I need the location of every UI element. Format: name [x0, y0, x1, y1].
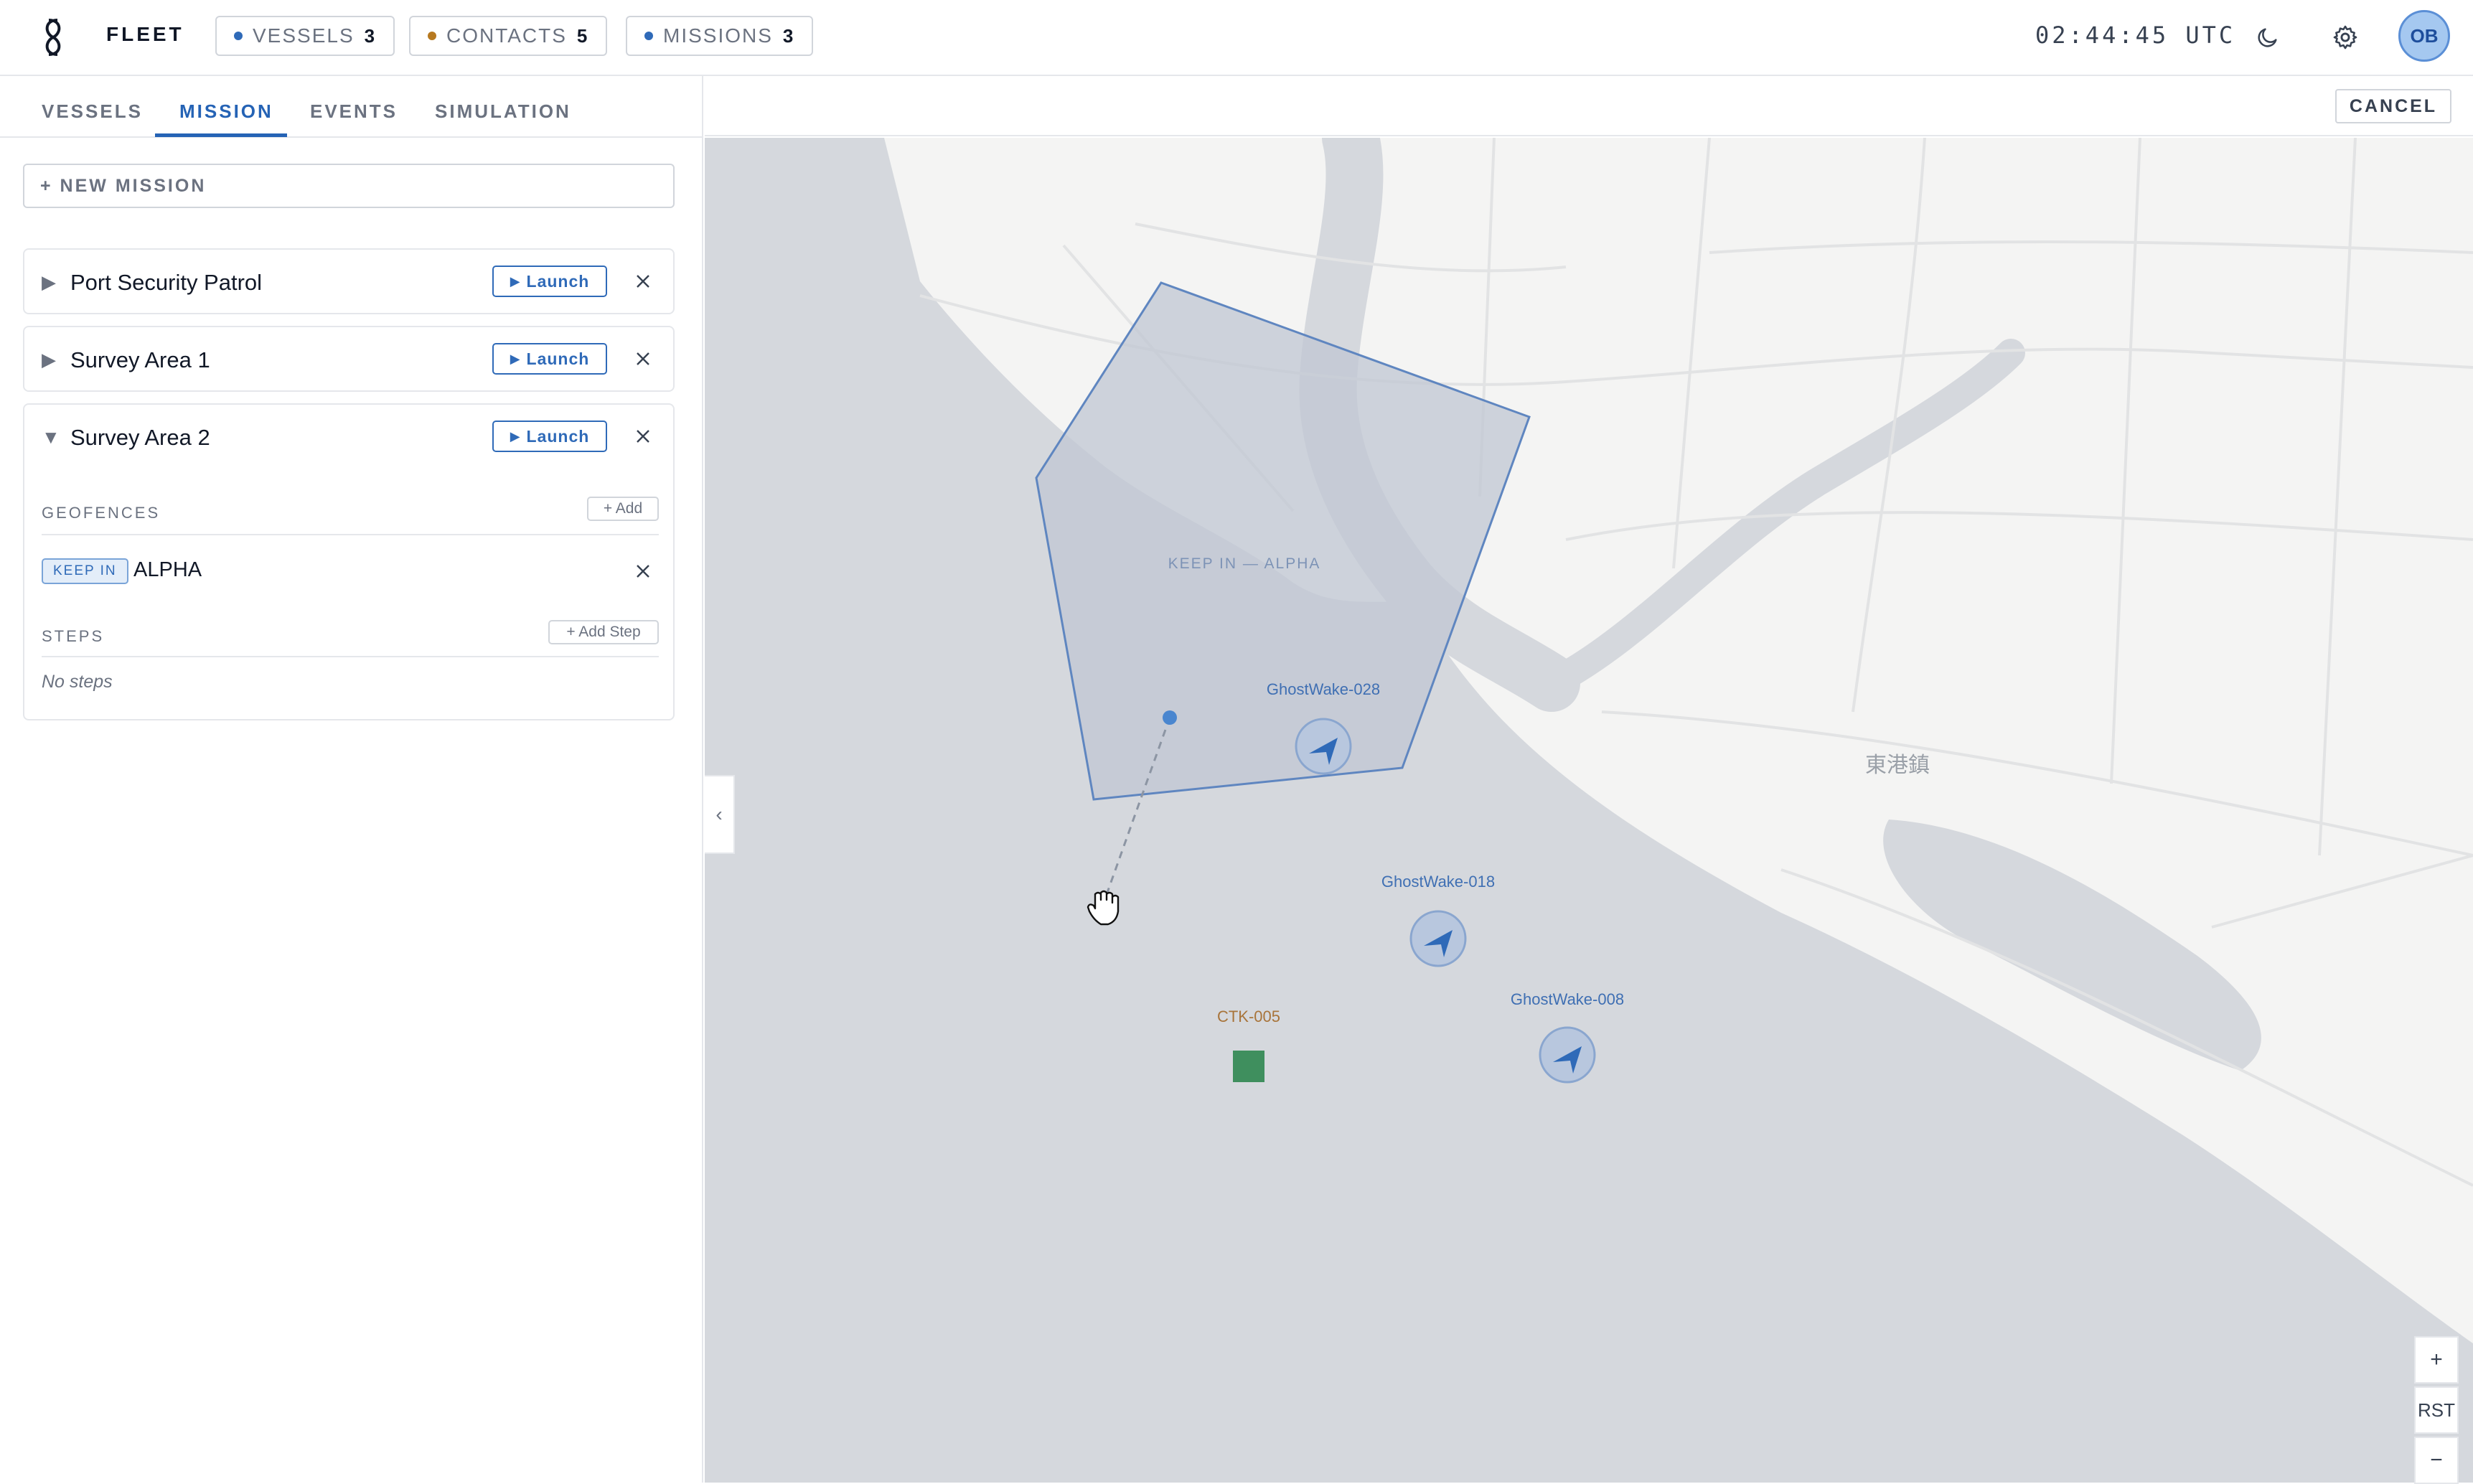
delete-mission-button[interactable]: [629, 344, 657, 373]
tab-events[interactable]: EVENTS: [310, 100, 398, 123]
cancel-button[interactable]: CANCEL: [2335, 89, 2451, 123]
play-icon: ▶: [510, 351, 521, 366]
close-icon: [637, 352, 649, 365]
sidebar: VESSELS MISSION EVENTS SIMULATION + NEW …: [0, 76, 703, 1483]
geofence-label: KEEP IN — ALPHA: [1168, 555, 1321, 572]
contacts-chip[interactable]: CONTACTS 5: [409, 16, 608, 56]
place-label: 東港鎮: [1865, 753, 1930, 778]
mission-card: ▶ Port Security Patrol ▶ Launch: [23, 248, 675, 314]
add-step-button[interactable]: + Add Step: [548, 620, 659, 644]
tab-simulation[interactable]: SIMULATION: [435, 100, 571, 123]
status-dot-icon: [644, 32, 653, 40]
sidebar-tabs: VESSELS MISSION EVENTS SIMULATION: [0, 76, 703, 138]
missions-chip[interactable]: MISSIONS 3: [626, 16, 814, 56]
mission-header[interactable]: ▶ Port Security Patrol ▶ Launch: [24, 250, 673, 313]
mission-name: Survey Area 2: [70, 425, 210, 450]
map-canvas[interactable]: KEEP IN — ALPHA GhostWake-028 GhostWake-…: [705, 138, 2473, 1483]
mission-card-expanded: ▼ Survey Area 2 ▶ Launch GEOFENCES + Add…: [23, 403, 675, 720]
waypoint-handle[interactable]: [1163, 710, 1177, 725]
app-title: FLEET: [106, 23, 184, 45]
chip-label: CONTACTS: [446, 24, 567, 47]
chip-count: 3: [364, 24, 377, 47]
chip-count: 3: [782, 24, 795, 47]
close-icon: [637, 565, 649, 578]
delete-mission-button[interactable]: [629, 422, 657, 451]
add-geofence-button[interactable]: + Add: [587, 497, 659, 521]
vessel-marker[interactable]: [1409, 910, 1467, 967]
close-icon: [637, 430, 649, 443]
chip-label: MISSIONS: [663, 24, 773, 47]
collapse-sidebar-button[interactable]: ‹: [705, 775, 735, 854]
mission-header[interactable]: ▼ Survey Area 2 ▶ Launch: [24, 405, 673, 468]
gear-icon: [2333, 25, 2357, 50]
launch-button[interactable]: ▶ Launch: [492, 421, 607, 452]
top-bar: FLEET VESSELS 3 CONTACTS 5 MISSIONS 3 02…: [0, 0, 2473, 76]
caret-down-icon[interactable]: ▼: [42, 426, 60, 449]
mission-header[interactable]: ▶ Survey Area 1 ▶ Launch: [24, 327, 673, 390]
settings-button[interactable]: [2324, 16, 2367, 59]
geofence-name: ALPHA: [133, 558, 202, 581]
geofence-type-badge: KEEP IN: [42, 558, 128, 584]
zoom-in-button[interactable]: +: [2414, 1336, 2459, 1384]
vessel-marker[interactable]: [1539, 1026, 1596, 1084]
delete-mission-button[interactable]: [629, 267, 657, 296]
close-icon: [637, 275, 649, 288]
active-tab-indicator: [155, 133, 287, 137]
zoom-reset-button[interactable]: RST: [2414, 1386, 2459, 1434]
play-icon: ▶: [510, 273, 521, 288]
moon-icon: [2258, 28, 2277, 47]
caret-right-icon[interactable]: ▶: [42, 271, 56, 293]
launch-label: Launch: [526, 349, 590, 368]
chevron-left-icon: ‹: [715, 803, 723, 825]
vessel-label: GhostWake-008: [1511, 990, 1624, 1008]
tab-vessels[interactable]: VESSELS: [42, 100, 143, 123]
zoom-out-button[interactable]: −: [2414, 1437, 2459, 1484]
no-steps-text: No steps: [42, 672, 113, 692]
contact-marker[interactable]: [1233, 1051, 1264, 1082]
chip-count: 5: [576, 24, 589, 47]
status-dot-icon: [428, 32, 436, 40]
launch-label: Launch: [526, 271, 590, 291]
vessel-marker[interactable]: [1295, 718, 1352, 775]
user-avatar[interactable]: OB: [2398, 10, 2450, 62]
geofences-heading: GEOFENCES: [42, 504, 161, 522]
status-dot-icon: [234, 32, 243, 40]
play-icon: ▶: [510, 428, 521, 443]
mission-card: ▶ Survey Area 1 ▶ Launch: [23, 326, 675, 392]
tab-mission[interactable]: MISSION: [179, 100, 273, 123]
vessels-chip[interactable]: VESSELS 3: [215, 16, 395, 56]
mission-name: Survey Area 1: [70, 347, 210, 372]
launch-button[interactable]: ▶ Launch: [492, 343, 607, 375]
dark-mode-toggle[interactable]: [2246, 16, 2289, 59]
app-logo-icon: [45, 19, 61, 56]
launch-button[interactable]: ▶ Launch: [492, 266, 607, 297]
launch-label: Launch: [526, 426, 590, 446]
divider: [42, 534, 659, 535]
vessel-label: GhostWake-028: [1267, 680, 1380, 698]
caret-right-icon[interactable]: ▶: [42, 349, 56, 371]
utc-clock: 02:44:45 UTC: [2035, 22, 2236, 49]
divider: [42, 656, 659, 657]
map-svg[interactable]: KEEP IN — ALPHA GhostWake-028 GhostWake-…: [705, 138, 2473, 1483]
chip-label: VESSELS: [253, 24, 355, 47]
vessel-label: GhostWake-018: [1381, 873, 1495, 891]
contact-label: CTK-005: [1217, 1008, 1280, 1025]
remove-geofence-button[interactable]: [629, 557, 657, 586]
new-mission-button[interactable]: + NEW MISSION: [23, 164, 675, 208]
mission-name: Port Security Patrol: [70, 270, 263, 295]
steps-heading: STEPS: [42, 627, 105, 645]
map-toolbar: [705, 76, 2473, 136]
